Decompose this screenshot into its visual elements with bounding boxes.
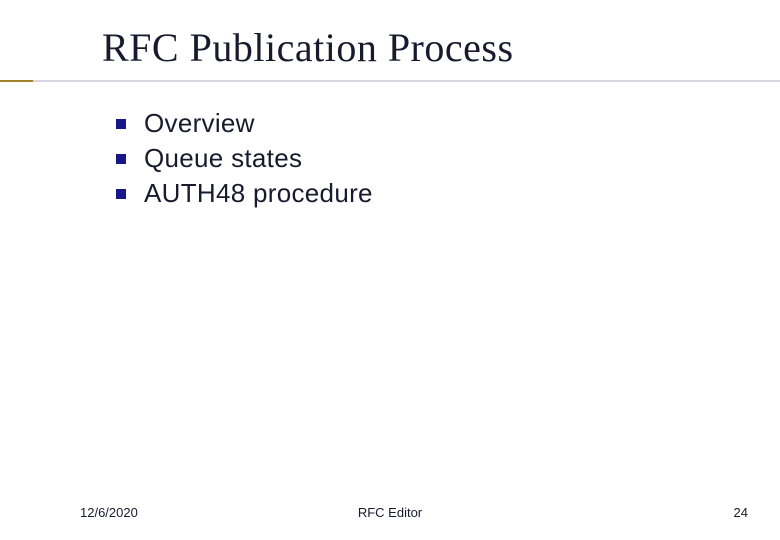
bullet-square-icon [116,154,126,164]
title-underline [0,80,780,82]
slide-footer: 12/6/2020 RFC Editor 24 [0,496,780,520]
slide: RFC Publication Process Overview Queue s… [0,0,780,540]
footer-page-number: 24 [734,505,748,520]
slide-title: RFC Publication Process [102,24,740,71]
footer-date: 12/6/2020 [80,505,138,520]
bullet-square-icon [116,189,126,199]
list-item: Queue states [116,143,720,174]
list-item: AUTH48 procedure [116,178,720,209]
bullet-text: Queue states [144,143,302,174]
footer-center: RFC Editor [358,505,422,520]
bullet-list: Overview Queue states AUTH48 procedure [116,108,720,213]
list-item: Overview [116,108,720,139]
bullet-text: AUTH48 procedure [144,178,373,209]
bullet-text: Overview [144,108,255,139]
title-wrap: RFC Publication Process [102,24,740,71]
bullet-square-icon [116,119,126,129]
